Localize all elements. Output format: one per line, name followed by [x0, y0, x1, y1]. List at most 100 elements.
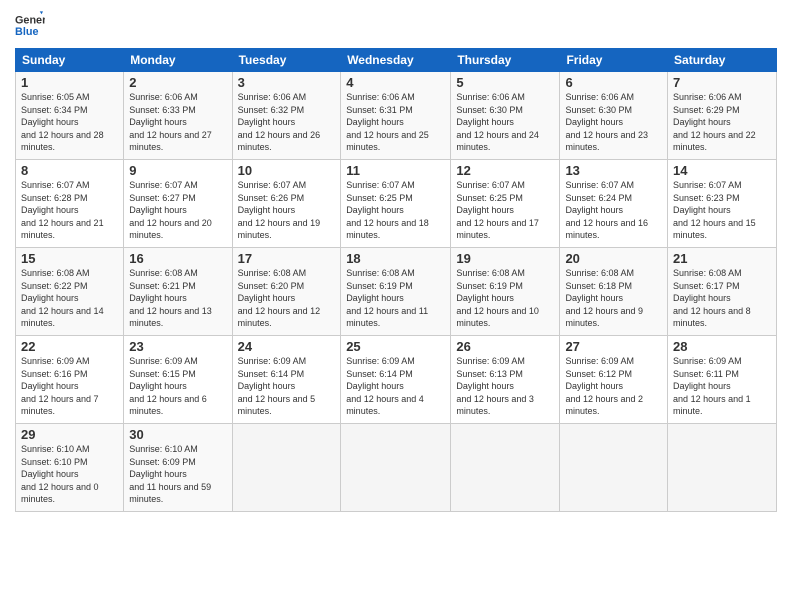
day-number: 15: [21, 251, 118, 266]
empty-cell: [451, 424, 560, 512]
day-number: 24: [238, 339, 336, 354]
week-row-1: 1 Sunrise: 6:05 AM Sunset: 6:34 PM Dayli…: [16, 72, 777, 160]
day-number: 13: [565, 163, 662, 178]
day-cell-5: 5 Sunrise: 6:06 AM Sunset: 6:30 PM Dayli…: [451, 72, 560, 160]
day-number: 6: [565, 75, 662, 90]
day-cell-22: 22 Sunrise: 6:09 AM Sunset: 6:16 PM Dayl…: [16, 336, 124, 424]
day-cell-11: 11 Sunrise: 6:07 AM Sunset: 6:25 PM Dayl…: [341, 160, 451, 248]
day-cell-15: 15 Sunrise: 6:08 AM Sunset: 6:22 PM Dayl…: [16, 248, 124, 336]
day-cell-30: 30 Sunrise: 6:10 AM Sunset: 6:09 PM Dayl…: [124, 424, 232, 512]
day-number: 1: [21, 75, 118, 90]
svg-text:General: General: [15, 14, 45, 26]
day-info: Sunrise: 6:08 AM Sunset: 6:19 PM Dayligh…: [456, 267, 554, 330]
weekday-wednesday: Wednesday: [341, 49, 451, 72]
weekday-tuesday: Tuesday: [232, 49, 341, 72]
day-number: 18: [346, 251, 445, 266]
day-number: 25: [346, 339, 445, 354]
day-cell-13: 13 Sunrise: 6:07 AM Sunset: 6:24 PM Dayl…: [560, 160, 668, 248]
day-number: 17: [238, 251, 336, 266]
day-number: 8: [21, 163, 118, 178]
day-number: 21: [673, 251, 771, 266]
day-cell-16: 16 Sunrise: 6:08 AM Sunset: 6:21 PM Dayl…: [124, 248, 232, 336]
day-cell-19: 19 Sunrise: 6:08 AM Sunset: 6:19 PM Dayl…: [451, 248, 560, 336]
day-number: 2: [129, 75, 226, 90]
day-info: Sunrise: 6:09 AM Sunset: 6:11 PM Dayligh…: [673, 355, 771, 418]
day-number: 14: [673, 163, 771, 178]
day-info: Sunrise: 6:09 AM Sunset: 6:16 PM Dayligh…: [21, 355, 118, 418]
page: General Blue SundayMondayTuesdayWednesda…: [0, 0, 792, 612]
day-cell-7: 7 Sunrise: 6:06 AM Sunset: 6:29 PM Dayli…: [668, 72, 777, 160]
day-info: Sunrise: 6:07 AM Sunset: 6:26 PM Dayligh…: [238, 179, 336, 242]
weekday-sunday: Sunday: [16, 49, 124, 72]
day-cell-6: 6 Sunrise: 6:06 AM Sunset: 6:30 PM Dayli…: [560, 72, 668, 160]
header: General Blue: [15, 10, 777, 40]
day-cell-26: 26 Sunrise: 6:09 AM Sunset: 6:13 PM Dayl…: [451, 336, 560, 424]
day-info: Sunrise: 6:06 AM Sunset: 6:30 PM Dayligh…: [456, 91, 554, 154]
day-number: 23: [129, 339, 226, 354]
day-number: 22: [21, 339, 118, 354]
week-row-5: 29 Sunrise: 6:10 AM Sunset: 6:10 PM Dayl…: [16, 424, 777, 512]
day-number: 3: [238, 75, 336, 90]
day-info: Sunrise: 6:10 AM Sunset: 6:09 PM Dayligh…: [129, 443, 226, 506]
day-cell-4: 4 Sunrise: 6:06 AM Sunset: 6:31 PM Dayli…: [341, 72, 451, 160]
day-info: Sunrise: 6:08 AM Sunset: 6:22 PM Dayligh…: [21, 267, 118, 330]
day-cell-17: 17 Sunrise: 6:08 AM Sunset: 6:20 PM Dayl…: [232, 248, 341, 336]
day-number: 16: [129, 251, 226, 266]
day-cell-10: 10 Sunrise: 6:07 AM Sunset: 6:26 PM Dayl…: [232, 160, 341, 248]
day-info: Sunrise: 6:07 AM Sunset: 6:25 PM Dayligh…: [346, 179, 445, 242]
day-cell-18: 18 Sunrise: 6:08 AM Sunset: 6:19 PM Dayl…: [341, 248, 451, 336]
day-number: 30: [129, 427, 226, 442]
day-number: 11: [346, 163, 445, 178]
calendar-table: SundayMondayTuesdayWednesdayThursdayFrid…: [15, 48, 777, 512]
day-info: Sunrise: 6:06 AM Sunset: 6:31 PM Dayligh…: [346, 91, 445, 154]
day-cell-1: 1 Sunrise: 6:05 AM Sunset: 6:34 PM Dayli…: [16, 72, 124, 160]
day-cell-21: 21 Sunrise: 6:08 AM Sunset: 6:17 PM Dayl…: [668, 248, 777, 336]
week-row-2: 8 Sunrise: 6:07 AM Sunset: 6:28 PM Dayli…: [16, 160, 777, 248]
day-cell-12: 12 Sunrise: 6:07 AM Sunset: 6:25 PM Dayl…: [451, 160, 560, 248]
day-cell-28: 28 Sunrise: 6:09 AM Sunset: 6:11 PM Dayl…: [668, 336, 777, 424]
empty-cell: [668, 424, 777, 512]
day-cell-3: 3 Sunrise: 6:06 AM Sunset: 6:32 PM Dayli…: [232, 72, 341, 160]
day-number: 7: [673, 75, 771, 90]
day-info: Sunrise: 6:08 AM Sunset: 6:18 PM Dayligh…: [565, 267, 662, 330]
week-row-3: 15 Sunrise: 6:08 AM Sunset: 6:22 PM Dayl…: [16, 248, 777, 336]
day-number: 26: [456, 339, 554, 354]
day-info: Sunrise: 6:06 AM Sunset: 6:32 PM Dayligh…: [238, 91, 336, 154]
weekday-thursday: Thursday: [451, 49, 560, 72]
day-info: Sunrise: 6:09 AM Sunset: 6:13 PM Dayligh…: [456, 355, 554, 418]
day-number: 20: [565, 251, 662, 266]
day-info: Sunrise: 6:10 AM Sunset: 6:10 PM Dayligh…: [21, 443, 118, 506]
day-info: Sunrise: 6:08 AM Sunset: 6:17 PM Dayligh…: [673, 267, 771, 330]
day-cell-8: 8 Sunrise: 6:07 AM Sunset: 6:28 PM Dayli…: [16, 160, 124, 248]
day-cell-20: 20 Sunrise: 6:08 AM Sunset: 6:18 PM Dayl…: [560, 248, 668, 336]
day-info: Sunrise: 6:09 AM Sunset: 6:15 PM Dayligh…: [129, 355, 226, 418]
day-number: 29: [21, 427, 118, 442]
logo-icon: General Blue: [15, 10, 45, 40]
day-info: Sunrise: 6:07 AM Sunset: 6:27 PM Dayligh…: [129, 179, 226, 242]
day-info: Sunrise: 6:06 AM Sunset: 6:30 PM Dayligh…: [565, 91, 662, 154]
svg-text:Blue: Blue: [15, 26, 38, 38]
weekday-friday: Friday: [560, 49, 668, 72]
day-cell-23: 23 Sunrise: 6:09 AM Sunset: 6:15 PM Dayl…: [124, 336, 232, 424]
empty-cell: [341, 424, 451, 512]
day-info: Sunrise: 6:09 AM Sunset: 6:14 PM Dayligh…: [238, 355, 336, 418]
day-cell-9: 9 Sunrise: 6:07 AM Sunset: 6:27 PM Dayli…: [124, 160, 232, 248]
empty-cell: [232, 424, 341, 512]
day-info: Sunrise: 6:08 AM Sunset: 6:19 PM Dayligh…: [346, 267, 445, 330]
day-info: Sunrise: 6:06 AM Sunset: 6:29 PM Dayligh…: [673, 91, 771, 154]
day-info: Sunrise: 6:07 AM Sunset: 6:28 PM Dayligh…: [21, 179, 118, 242]
day-number: 27: [565, 339, 662, 354]
day-info: Sunrise: 6:08 AM Sunset: 6:21 PM Dayligh…: [129, 267, 226, 330]
weekday-saturday: Saturday: [668, 49, 777, 72]
day-cell-29: 29 Sunrise: 6:10 AM Sunset: 6:10 PM Dayl…: [16, 424, 124, 512]
day-cell-27: 27 Sunrise: 6:09 AM Sunset: 6:12 PM Dayl…: [560, 336, 668, 424]
day-cell-24: 24 Sunrise: 6:09 AM Sunset: 6:14 PM Dayl…: [232, 336, 341, 424]
weekday-monday: Monday: [124, 49, 232, 72]
empty-cell: [560, 424, 668, 512]
day-info: Sunrise: 6:07 AM Sunset: 6:25 PM Dayligh…: [456, 179, 554, 242]
day-number: 12: [456, 163, 554, 178]
day-info: Sunrise: 6:09 AM Sunset: 6:12 PM Dayligh…: [565, 355, 662, 418]
day-info: Sunrise: 6:06 AM Sunset: 6:33 PM Dayligh…: [129, 91, 226, 154]
day-number: 5: [456, 75, 554, 90]
day-info: Sunrise: 6:07 AM Sunset: 6:24 PM Dayligh…: [565, 179, 662, 242]
